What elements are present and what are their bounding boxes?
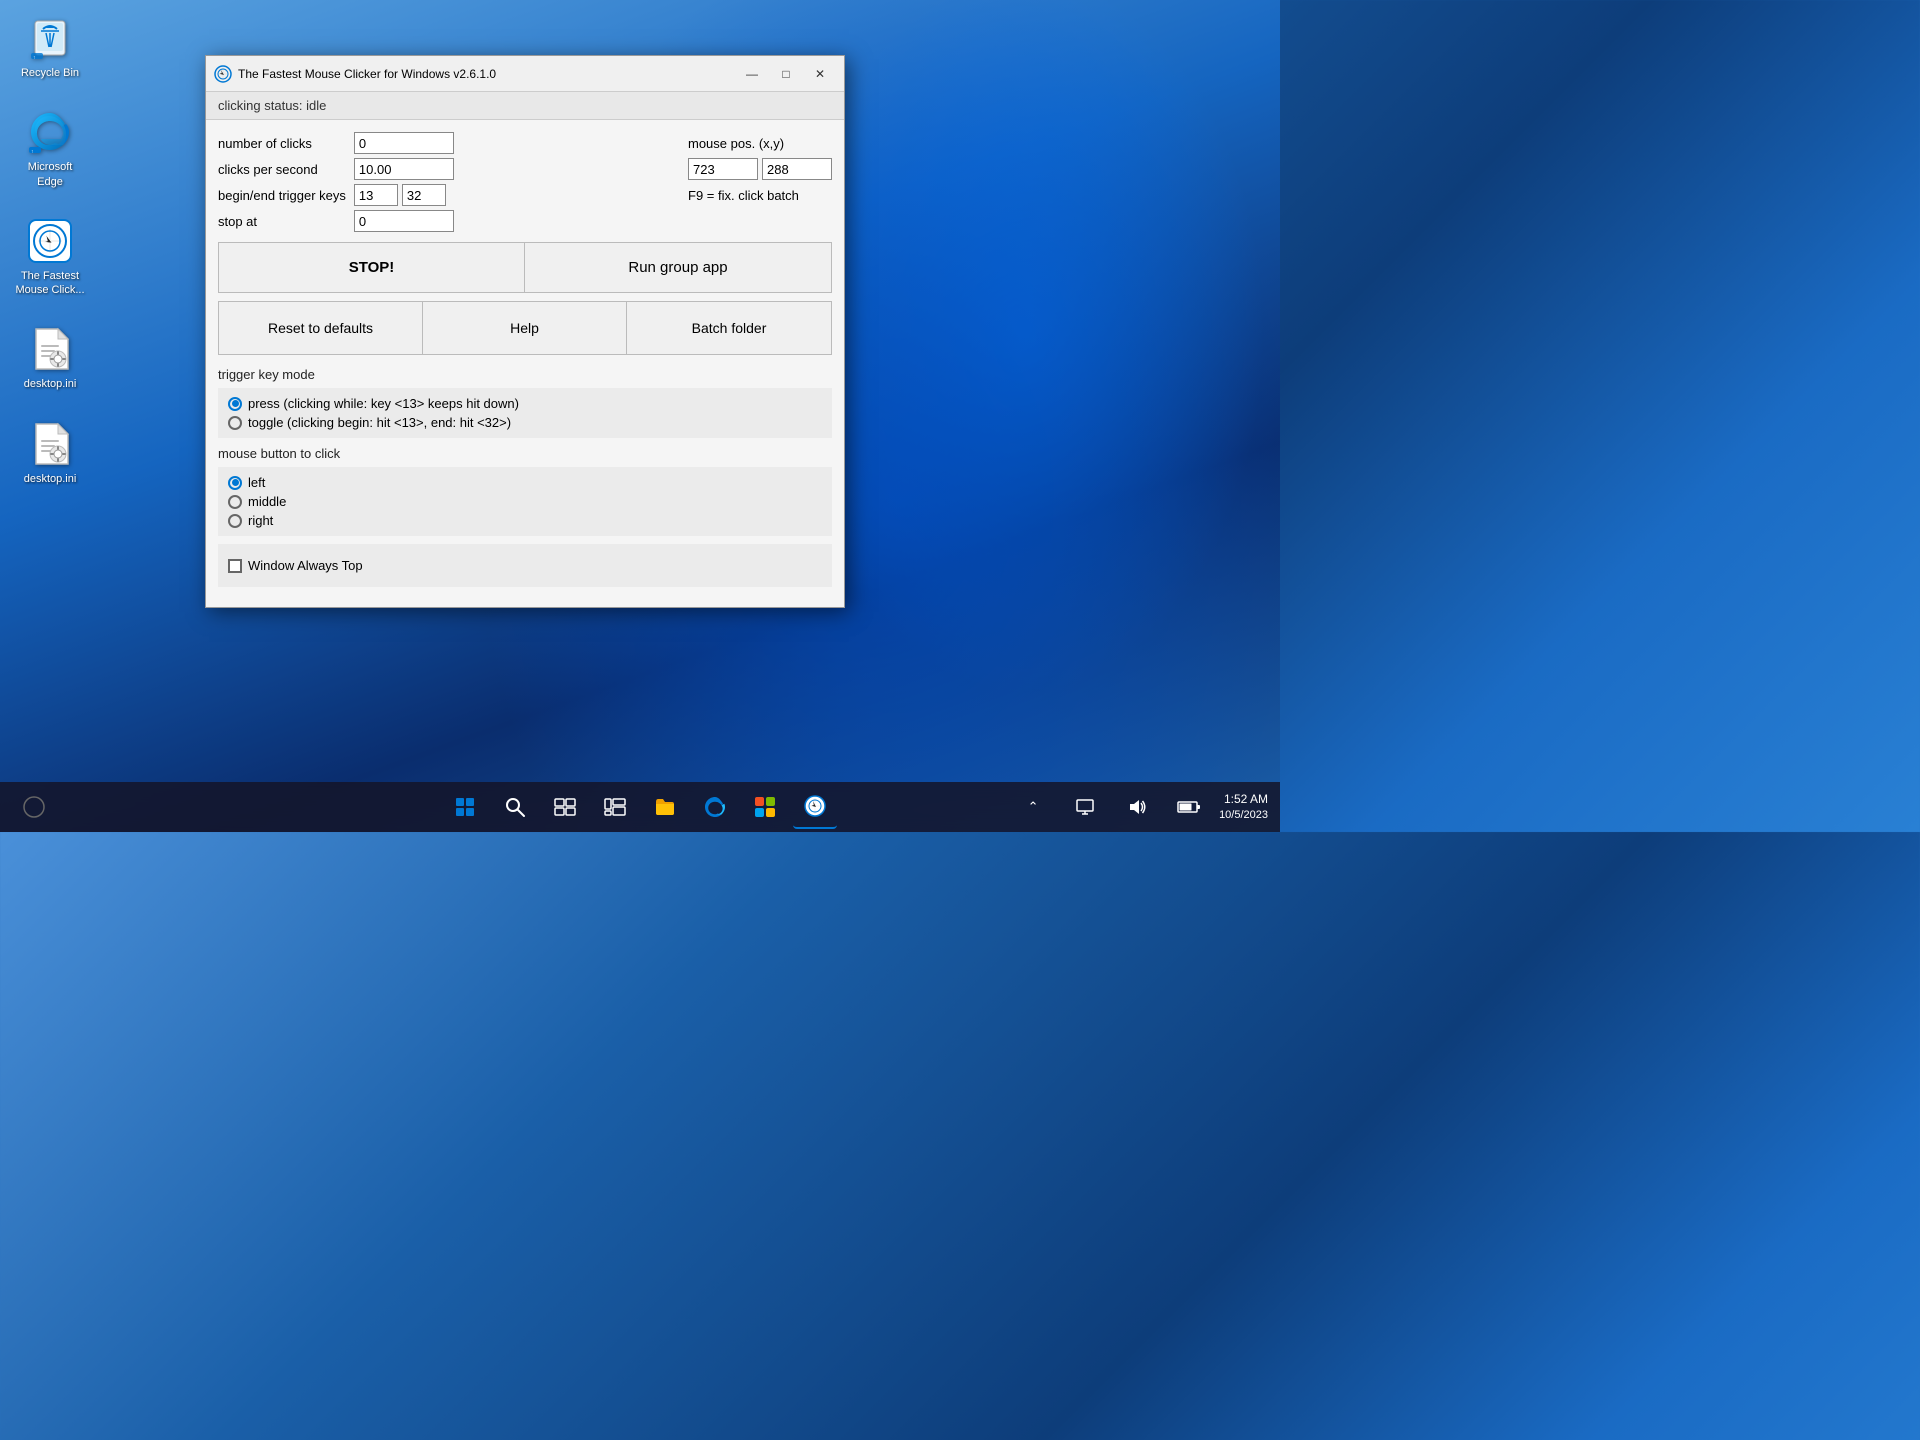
trigger-toggle-label: toggle (clicking begin: hit <13>, end: h… <box>248 415 511 430</box>
num-clicks-label: number of clicks <box>218 136 346 151</box>
svg-text:↑: ↑ <box>33 55 36 61</box>
file-icon-2 <box>26 420 74 468</box>
system-clock[interactable]: 1:52 AM 10/5/2023 <box>1219 791 1268 823</box>
file-icon-1 <box>26 325 74 373</box>
title-bar-left: The Fastest Mouse Clicker for Windows v2… <box>214 65 496 83</box>
window-content: number of clicks mouse pos. (x,y) clicks… <box>206 120 844 607</box>
mouse-pos-label: mouse pos. (x,y) <box>688 136 832 151</box>
mouse-right-option[interactable]: right <box>228 513 822 528</box>
trigger-key-mode-options: press (clicking while: key <13> keeps hi… <box>218 388 832 438</box>
always-top-checkbox[interactable] <box>228 559 242 573</box>
always-top-section: Window Always Top <box>218 544 832 587</box>
reset-button[interactable]: Reset to defaults <box>219 302 423 354</box>
status-bar: clicking status: idle <box>206 92 844 120</box>
volume-button[interactable] <box>1115 785 1159 829</box>
begin-trigger-input[interactable] <box>354 184 398 206</box>
trigger-key-mode-section: trigger key mode press (clicking while: … <box>218 367 832 438</box>
desktop-icons-area: ↑ Recycle Bin <box>10 10 90 490</box>
edge-taskbar-button[interactable] <box>693 785 737 829</box>
title-bar: The Fastest Mouse Clicker for Windows v2… <box>206 56 844 92</box>
recycle-bin-label: Recycle Bin <box>21 66 79 80</box>
desktop-icon-ini1[interactable]: desktop.ini <box>10 321 90 395</box>
mouse-button-section: mouse button to click left middle right <box>218 446 832 536</box>
start-button[interactable] <box>443 785 487 829</box>
mouse-y-input[interactable] <box>762 158 832 180</box>
app-window: The Fastest Mouse Clicker for Windows v2… <box>205 55 845 608</box>
maximize-button[interactable]: □ <box>770 62 802 86</box>
mouse-left-option[interactable]: left <box>228 475 822 490</box>
search-taskbar-button[interactable] <box>493 785 537 829</box>
mouse-middle-label: middle <box>248 494 286 509</box>
mouse-clicker-icon-img <box>26 217 74 265</box>
always-top-label: Window Always Top <box>248 558 363 573</box>
mouse-clicker-label: The Fastest Mouse Click... <box>14 269 86 298</box>
app-icon <box>214 65 232 83</box>
always-top-option[interactable]: Window Always Top <box>228 552 822 579</box>
display-settings-button[interactable] <box>1063 785 1107 829</box>
trigger-press-radio[interactable] <box>228 397 242 411</box>
mouse-left-radio[interactable] <box>228 476 242 490</box>
mouse-right-radio[interactable] <box>228 514 242 528</box>
show-hidden-icons-button[interactable]: ⌃ <box>1011 785 1055 829</box>
window-title: The Fastest Mouse Clicker for Windows v2… <box>238 67 496 81</box>
battery-button[interactable] <box>1167 785 1211 829</box>
trigger-press-label: press (clicking while: key <13> keeps hi… <box>248 396 519 411</box>
desktop-icon-mouse-clicker[interactable]: The Fastest Mouse Click... <box>10 213 90 302</box>
stop-button[interactable]: STOP! <box>219 243 525 292</box>
main-buttons-row: STOP! Run group app <box>218 242 832 293</box>
batch-folder-button[interactable]: Batch folder <box>627 302 831 354</box>
mouse-x-input[interactable] <box>688 158 758 180</box>
clock-time: 1:52 AM <box>1219 791 1268 808</box>
edge-label: Microsoft Edge <box>14 160 86 189</box>
bottom-buttons-row: Reset to defaults Help Batch folder <box>218 301 832 355</box>
mouse-button-label: mouse button to click <box>218 446 832 461</box>
cps-input[interactable] <box>354 158 454 180</box>
widgets-button[interactable] <box>593 785 637 829</box>
mouse-left-label: left <box>248 475 265 490</box>
close-button[interactable]: ✕ <box>804 62 836 86</box>
end-trigger-input[interactable] <box>402 184 446 206</box>
num-clicks-input[interactable] <box>354 132 454 154</box>
trigger-toggle-option[interactable]: toggle (clicking begin: hit <13>, end: h… <box>228 415 822 430</box>
cps-label: clicks per second <box>218 162 346 177</box>
trigger-key-inputs <box>354 184 680 206</box>
trigger-keys-label: begin/end trigger keys <box>218 188 346 203</box>
mouse-middle-radio[interactable] <box>228 495 242 509</box>
f9-label: F9 = fix. click batch <box>688 188 832 203</box>
show-hidden-icon: ⌃ <box>1028 799 1039 815</box>
mouse-clicker-taskbar-button[interactable] <box>793 785 837 829</box>
mouse-button-options: left middle right <box>218 467 832 536</box>
mouse-pos-fields <box>688 158 832 180</box>
trigger-key-mode-label: trigger key mode <box>218 367 832 382</box>
clock-date: 10/5/2023 <box>1219 808 1268 823</box>
svg-text:↑: ↑ <box>31 149 34 155</box>
run-group-button[interactable]: Run group app <box>525 243 831 292</box>
mouse-right-label: right <box>248 513 273 528</box>
recycle-bin-icon: ↑ <box>26 14 74 62</box>
taskbar: ⌃ 1:52 AM 10/5/2023 <box>0 782 1280 832</box>
trigger-press-option[interactable]: press (clicking while: key <13> keeps hi… <box>228 396 822 411</box>
help-button[interactable]: Help <box>423 302 627 354</box>
desktop-icon-edge[interactable]: ↑ Microsoft Edge <box>10 104 90 193</box>
desktop-icon-ini2[interactable]: desktop.ini <box>10 416 90 490</box>
file-explorer-button[interactable] <box>643 785 687 829</box>
stop-at-label: stop at <box>218 214 346 229</box>
edge-icon-img: ↑ <box>26 108 74 156</box>
system-tray: ⌃ 1:52 AM 10/5/2023 <box>1011 785 1268 829</box>
file-ini2-label: desktop.ini <box>24 472 77 486</box>
stop-at-input[interactable] <box>354 210 454 232</box>
file-ini1-label: desktop.ini <box>24 377 77 391</box>
minimize-button[interactable]: — <box>736 62 768 86</box>
title-bar-controls: — □ ✕ <box>736 62 836 86</box>
taskbar-widgets-left[interactable] <box>12 785 56 829</box>
trigger-toggle-radio[interactable] <box>228 416 242 430</box>
taskbar-center <box>443 785 837 829</box>
taskbar-left <box>12 785 56 829</box>
status-text: clicking status: idle <box>218 98 326 113</box>
mouse-middle-option[interactable]: middle <box>228 494 822 509</box>
task-view-button[interactable] <box>543 785 587 829</box>
desktop-icon-recycle-bin[interactable]: ↑ Recycle Bin <box>10 10 90 84</box>
ms-store-button[interactable] <box>743 785 787 829</box>
